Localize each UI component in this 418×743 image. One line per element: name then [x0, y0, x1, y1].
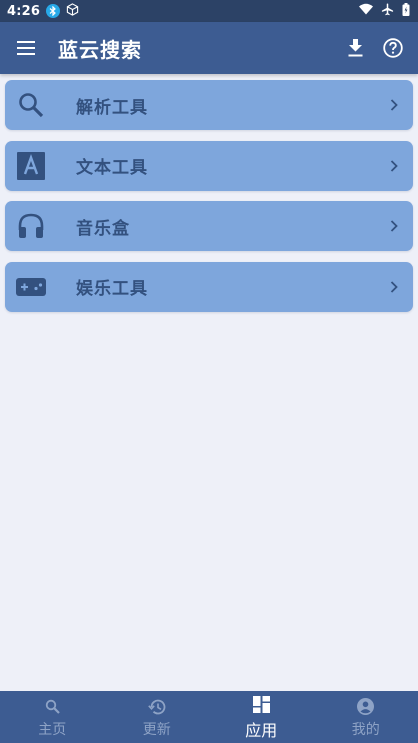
- dashboard-icon: [252, 694, 270, 716]
- card-icon-wrap: [6, 141, 56, 191]
- history-icon: [147, 696, 166, 718]
- tool-card-label: 文本工具: [76, 158, 148, 178]
- tool-card-label: 娱乐工具: [76, 279, 148, 299]
- card-icon-wrap: [6, 262, 56, 312]
- status-right: [359, 2, 410, 20]
- nav-label: 我的: [351, 721, 380, 738]
- chevron-right-icon: [379, 262, 409, 312]
- app-title: 蓝云搜索: [58, 37, 142, 62]
- wifi-icon: [359, 3, 373, 19]
- search-icon: [19, 93, 44, 118]
- battery-icon: [402, 2, 410, 20]
- chevron-right-icon: [379, 141, 409, 191]
- tool-card-label: 音乐盒: [76, 218, 130, 239]
- nav-label: 主页: [38, 721, 67, 738]
- help-button[interactable]: [374, 22, 412, 74]
- status-time: 4:26: [7, 3, 41, 19]
- bottom-nav: 主页 更新 应用 我的: [0, 691, 418, 743]
- bluetooth-icon: [46, 4, 61, 18]
- tool-card-parse[interactable]: 解析工具: [5, 80, 413, 130]
- help-icon: [383, 38, 403, 58]
- menu-button[interactable]: [0, 22, 52, 74]
- tool-card-music[interactable]: 音乐盒: [5, 201, 413, 251]
- tool-card-text[interactable]: 文本工具: [5, 140, 413, 191]
- account-icon: [357, 696, 375, 718]
- menu-icon: [17, 41, 35, 55]
- nav-item-home[interactable]: 主页: [0, 691, 105, 743]
- card-icon-wrap: [6, 201, 56, 251]
- text-icon: [17, 151, 45, 180]
- app-bar: 蓝云搜索: [0, 22, 418, 74]
- nav-item-update[interactable]: 更新: [105, 691, 210, 743]
- tool-list: 解析工具 文本工具 音乐盒 娱乐工具: [5, 80, 413, 322]
- status-left: 4:26: [7, 2, 79, 20]
- chevron-right-icon: [379, 201, 409, 251]
- airplane-icon: [381, 2, 394, 20]
- nav-label: 更新: [142, 721, 171, 738]
- headphones-icon: [18, 213, 44, 238]
- nav-item-mine[interactable]: 我的: [314, 691, 418, 743]
- cube-icon: [66, 2, 79, 20]
- tool-card-label: 解析工具: [76, 97, 148, 118]
- download-button[interactable]: [336, 22, 374, 74]
- nav-item-apps[interactable]: 应用: [209, 691, 314, 743]
- status-bar: 4:26: [0, 0, 418, 22]
- search-icon: [45, 696, 60, 718]
- nav-label: 应用: [245, 720, 278, 740]
- chevron-right-icon: [379, 80, 409, 130]
- card-icon-wrap: [6, 80, 56, 130]
- download-icon: [348, 39, 362, 57]
- gamepad-icon: [16, 277, 46, 296]
- tool-card-game[interactable]: 娱乐工具: [5, 261, 413, 312]
